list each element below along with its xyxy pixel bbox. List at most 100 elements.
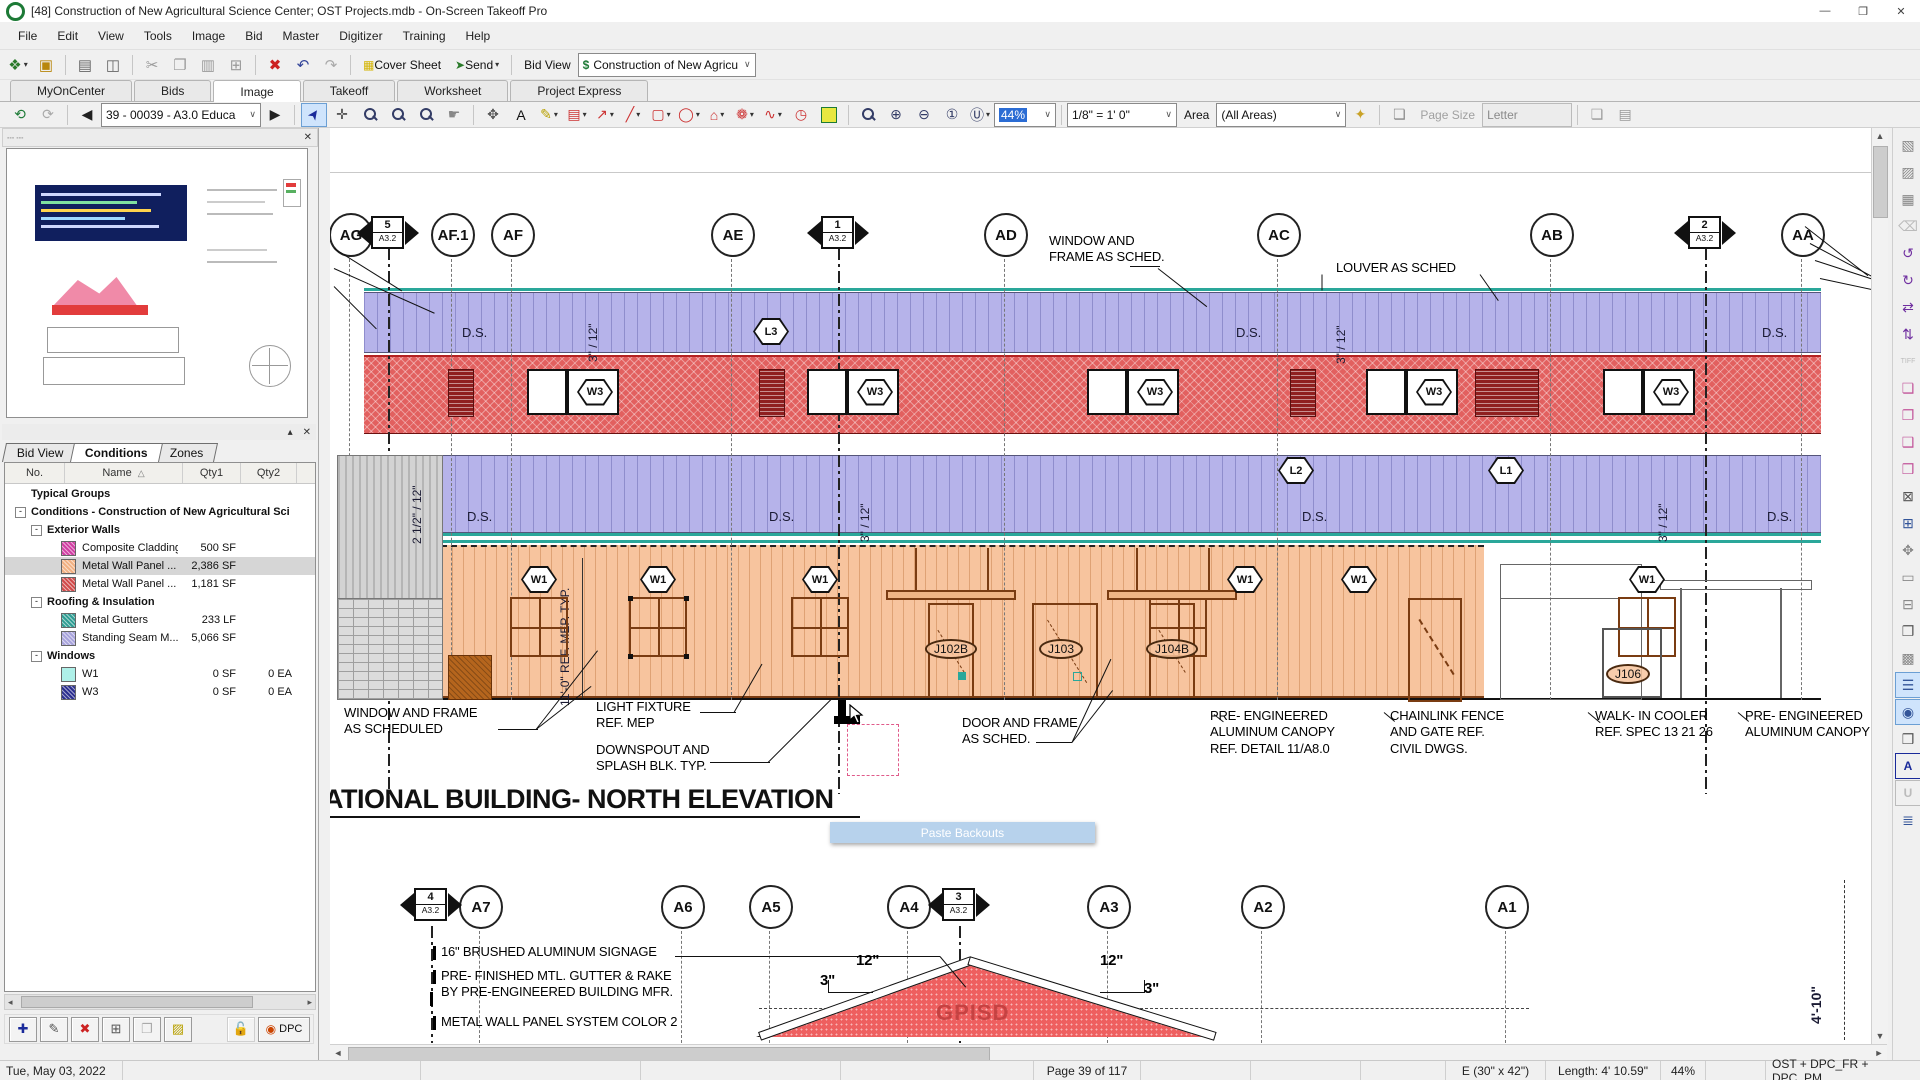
new-page-button[interactable]: ❏: [1386, 103, 1412, 127]
zoom-one-button[interactable]: ①: [939, 103, 965, 127]
back-button[interactable]: ⟲: [7, 103, 33, 127]
zoom-in-button[interactable]: ⊕: [883, 103, 909, 127]
list-view-icon[interactable]: ☰: [1895, 672, 1920, 698]
collapse-icon[interactable]: -: [31, 525, 42, 536]
rotate-left-icon[interactable]: ↺: [1895, 240, 1920, 266]
polygon-tool-button[interactable]: ⌂▾: [704, 103, 730, 127]
blank-doc-button[interactable]: ❏: [1584, 103, 1610, 127]
underline-icon[interactable]: U: [1895, 780, 1920, 806]
open-button[interactable]: ▣: [33, 52, 59, 78]
tab-zones[interactable]: Zones: [155, 443, 218, 462]
duplicate-condition-button[interactable]: ❐: [133, 1017, 161, 1042]
tab-image[interactable]: Image: [213, 80, 300, 102]
resize-icon[interactable]: ✥: [1895, 537, 1920, 563]
tab-takeoff[interactable]: Takeoff: [303, 80, 395, 101]
tab-bid-view[interactable]: Bid View: [2, 443, 79, 462]
area-combo[interactable]: (All Areas)∨: [1216, 103, 1346, 127]
condition-row[interactable]: Metal Wall Panel ...2,386 SF: [5, 557, 316, 575]
scroll-down-icon[interactable]: ▼: [1872, 1028, 1888, 1044]
renumber-button[interactable]: ⊞: [102, 1017, 130, 1042]
selection-handle[interactable]: [684, 654, 689, 659]
send-page-icon[interactable]: ❐: [1895, 402, 1920, 428]
menu-file[interactable]: File: [8, 25, 47, 47]
flip-vertical-icon[interactable]: ⇅: [1895, 321, 1920, 347]
duplicate-view-icon[interactable]: ❐: [1895, 618, 1920, 644]
dpc-button[interactable]: ◉ DPC: [258, 1017, 310, 1042]
selection-handle[interactable]: [628, 654, 633, 659]
menu-digitizer[interactable]: Digitizer: [329, 25, 392, 47]
insert-page-icon[interactable]: ❑: [1895, 429, 1920, 455]
print-preview-button[interactable]: ◫: [100, 52, 126, 78]
condition-row[interactable]: W10 SF0 EA: [5, 665, 316, 683]
cut-button[interactable]: ✂: [139, 52, 165, 78]
tree-group[interactable]: Typical Groups: [5, 485, 316, 503]
cover-sheet-button[interactable]: ▦ Cover Sheet: [357, 52, 447, 78]
forward-button[interactable]: ⟳: [35, 103, 61, 127]
rotate-page-icon[interactable]: ⊠: [1895, 483, 1920, 509]
page-select[interactable]: 39 - 00039 - A3.0 Educa∨: [101, 103, 261, 127]
copy-page-icon[interactable]: ❏: [1895, 375, 1920, 401]
zoom-page-tool-button[interactable]: [385, 103, 411, 127]
close-conditions-icon[interactable]: ✕: [298, 427, 316, 438]
pan-tool-button[interactable]: ☛: [441, 103, 467, 127]
menu-bid[interactable]: Bid: [235, 25, 272, 47]
horizontal-scrollbar[interactable]: ◄ ►: [330, 1044, 1887, 1061]
selection-rect[interactable]: [847, 724, 899, 776]
fit-page-button[interactable]: [855, 103, 881, 127]
new-folder-button[interactable]: ▨: [164, 1017, 192, 1042]
collapse-panel-icon[interactable]: ▴: [283, 427, 298, 438]
dimension-icon[interactable]: ⊟: [1895, 591, 1920, 617]
scroll-up-icon[interactable]: ▲: [1872, 128, 1888, 144]
zoom-out-button[interactable]: ⊖: [911, 103, 937, 127]
previous-page-button[interactable]: ◀: [74, 103, 100, 127]
page-size-combo[interactable]: Letter: [1482, 103, 1572, 127]
rectangle-tool-button[interactable]: ▢▾: [648, 103, 674, 127]
extract-page-icon[interactable]: ❒: [1895, 456, 1920, 482]
highlighter-tool-button[interactable]: ✎▾: [536, 103, 562, 127]
area-polygon-select-icon[interactable]: ▧: [1895, 132, 1920, 158]
send-button[interactable]: ➤ Send▾: [449, 52, 505, 78]
hatch-region-icon[interactable]: ▨: [1895, 159, 1920, 185]
condition-row[interactable]: Metal Wall Panel ...1,181 SF: [5, 575, 316, 593]
zoom-tool-button[interactable]: [357, 103, 383, 127]
tab-conditions[interactable]: Conditions: [70, 443, 163, 462]
properties-list-icon[interactable]: ≣: [1895, 807, 1920, 833]
vertical-scrollbar[interactable]: ▲ ▼: [1871, 128, 1888, 1044]
next-page-button[interactable]: ▶: [262, 103, 288, 127]
dimension-tool-button[interactable]: ✥: [480, 103, 506, 127]
cloud-tool-button[interactable]: ❁▾: [732, 103, 758, 127]
text-tool-button[interactable]: A: [508, 103, 534, 127]
layers-icon[interactable]: ❒: [1895, 726, 1920, 752]
tab-bids[interactable]: Bids: [134, 80, 211, 101]
tab-myoncenter[interactable]: MyOnCenter: [10, 80, 132, 101]
menu-help[interactable]: Help: [456, 25, 501, 47]
undo-button[interactable]: ↶: [290, 52, 316, 78]
condition-row[interactable]: W30 SF0 EA: [5, 683, 316, 701]
project-select[interactable]: $Construction of New Agricult∨: [578, 53, 756, 77]
edit-condition-button[interactable]: ✎: [40, 1017, 68, 1042]
scale-combo[interactable]: 1/8" = 1' 0"∨: [1067, 103, 1177, 127]
freehand-tool-button[interactable]: ∿▾: [760, 103, 786, 127]
ellipse-tool-button[interactable]: ◯▾: [676, 103, 702, 127]
redo-button[interactable]: ↷: [318, 52, 344, 78]
insert-image-icon[interactable]: ⊞: [1895, 510, 1920, 536]
scrollbar-thumb[interactable]: [1873, 146, 1888, 218]
condition-row[interactable]: Standing Seam M...5,066 SF: [5, 629, 316, 647]
tiff-icon[interactable]: TIFF: [1895, 348, 1920, 374]
selection-box-icon[interactable]: ▭: [1895, 564, 1920, 590]
tab-worksheet[interactable]: Worksheet: [397, 80, 508, 101]
note-tool-button[interactable]: ▤▾: [564, 103, 590, 127]
column-header-[interactable]: (: [297, 463, 316, 483]
drawing-canvas[interactable]: AGAF.1AFAEADACABAAA7A6A5A4A3A2A15A3.21A3…: [330, 128, 1871, 1044]
menu-tools[interactable]: Tools: [134, 25, 182, 47]
condition-row[interactable]: Composite Cladding500 SF: [5, 539, 316, 557]
tree-node[interactable]: -Windows: [5, 647, 316, 665]
zoom-level-combo[interactable]: 44%∨: [994, 103, 1056, 127]
menu-master[interactable]: Master: [273, 25, 330, 47]
preview-pane-icon[interactable]: ◉: [1895, 699, 1920, 725]
line-tool-button[interactable]: ╱▾: [620, 103, 646, 127]
selection-handle[interactable]: [628, 596, 633, 601]
rotate-right-icon[interactable]: ↻: [1895, 267, 1920, 293]
close-button[interactable]: ✕: [1882, 0, 1920, 22]
zoom-region-tool-button[interactable]: [413, 103, 439, 127]
